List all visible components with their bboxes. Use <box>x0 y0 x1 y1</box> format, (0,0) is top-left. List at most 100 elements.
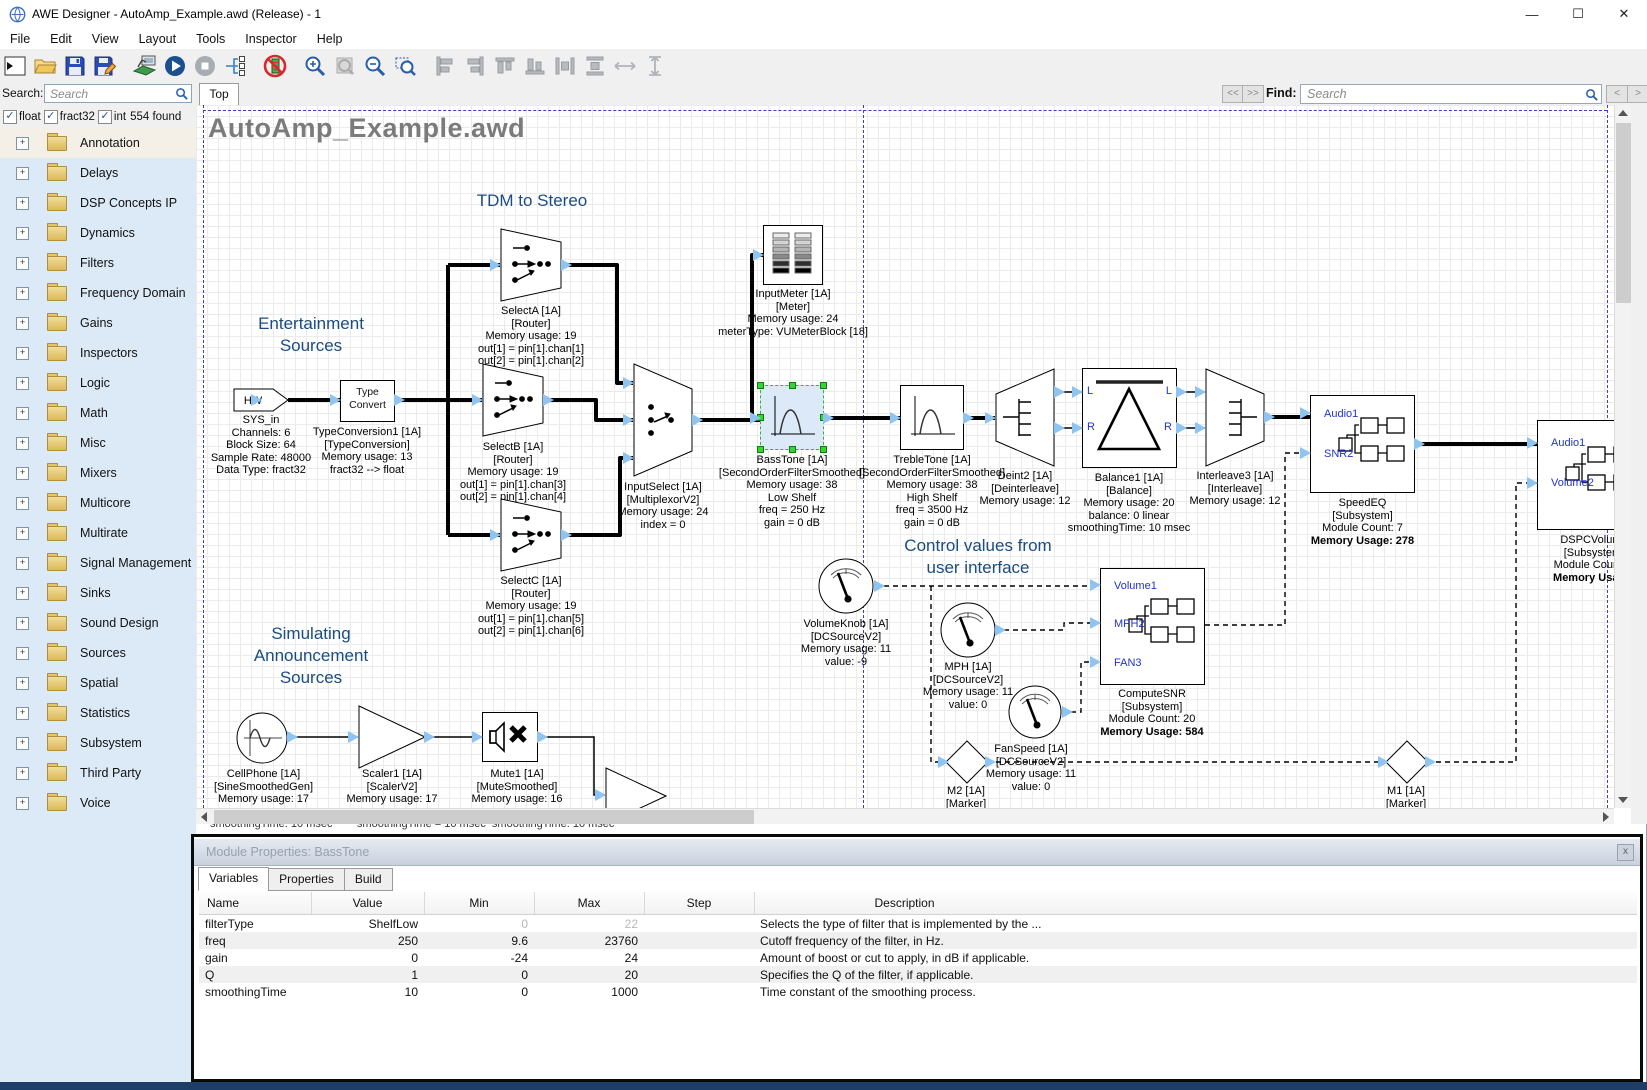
zoom-out-icon[interactable] <box>362 53 388 79</box>
block-deint2[interactable] <box>995 368 1055 467</box>
expand-icon[interactable]: + <box>16 767 29 780</box>
hscroll-thumb[interactable] <box>214 810 754 824</box>
maximize-button[interactable]: ☐ <box>1555 0 1601 28</box>
expand-icon[interactable]: + <box>16 467 29 480</box>
variable-row-freq[interactable]: freq2509.623760Cutoff frequency of the f… <box>199 932 1637 949</box>
expand-icon[interactable]: + <box>16 317 29 330</box>
pin-out[interactable] <box>424 731 435 743</box>
pin-out[interactable] <box>963 412 974 424</box>
sidebar-folder-filters[interactable]: +Filters <box>0 248 196 278</box>
tab-top[interactable]: Top <box>199 83 239 106</box>
pin-out[interactable] <box>995 624 1006 636</box>
col-value[interactable]: Value <box>311 892 424 915</box>
save-as-icon[interactable] <box>92 53 118 79</box>
tab-properties[interactable]: Properties <box>268 868 345 891</box>
variable-row-filterType[interactable]: filterTypeShelfLow022Selects the type of… <box>199 915 1637 933</box>
block-cell-phone[interactable] <box>236 712 289 765</box>
open-file-icon[interactable] <box>32 53 58 79</box>
pin-out[interactable] <box>1425 756 1436 768</box>
expand-icon[interactable]: + <box>16 557 29 570</box>
variable-row-Q[interactable]: Q1020Specifies the Q of the filter, if a… <box>199 966 1637 983</box>
connect-target-icon[interactable] <box>132 53 158 79</box>
sidebar-folder-multicore[interactable]: +Multicore <box>0 488 196 518</box>
expand-icon[interactable]: + <box>16 407 29 420</box>
int-checkbox[interactable]: ✓ <box>98 110 112 124</box>
pin-out[interactable] <box>692 414 703 426</box>
pin-out[interactable] <box>561 259 572 271</box>
pin-out[interactable] <box>1176 422 1187 434</box>
vscroll-thumb[interactable] <box>1616 123 1631 303</box>
sidebar-folder-delays[interactable]: +Delays <box>0 158 196 188</box>
scroll-right-arrow[interactable] <box>1598 809 1614 824</box>
pin-out[interactable] <box>1176 386 1187 398</box>
expand-icon[interactable]: + <box>16 257 29 270</box>
block-scaler1[interactable] <box>358 705 426 769</box>
expand-icon[interactable]: + <box>16 377 29 390</box>
pin-out[interactable] <box>1414 438 1425 450</box>
palette-search-input[interactable]: Search <box>44 84 192 103</box>
col-min[interactable]: Min <box>424 892 534 915</box>
align-right-icon[interactable] <box>462 53 488 79</box>
block-volume-knob[interactable] <box>818 558 875 615</box>
pin-out[interactable] <box>1054 422 1065 434</box>
stop-icon[interactable] <box>192 53 218 79</box>
expand-icon[interactable]: + <box>16 287 29 300</box>
block-partial-scaler[interactable] <box>605 767 667 808</box>
pin-out[interactable] <box>1054 386 1065 398</box>
sidebar-folder-subsystem[interactable]: +Subsystem <box>0 728 196 758</box>
minimize-button[interactable]: — <box>1509 0 1555 28</box>
find-next-button[interactable]: >> <box>1242 85 1264 103</box>
sidebar-folder-signal-management[interactable]: +Signal Management <box>0 548 196 578</box>
fract32-checkbox[interactable]: ✓ <box>44 110 58 124</box>
menu-edit[interactable]: Edit <box>40 32 82 46</box>
sidebar-folder-logic[interactable]: +Logic <box>0 368 196 398</box>
same-height-icon[interactable] <box>642 53 668 79</box>
zoom-in-icon[interactable] <box>302 53 328 79</box>
float-checkbox[interactable]: ✓ <box>3 110 17 124</box>
sidebar-folder-dsp-concepts-ip[interactable]: +DSP Concepts IP <box>0 188 196 218</box>
pin-out[interactable] <box>561 529 572 541</box>
menu-layout[interactable]: Layout <box>129 32 187 46</box>
block-mph[interactable] <box>940 602 996 658</box>
block-mute1[interactable] <box>482 712 538 762</box>
sidebar-folder-sound-design[interactable]: +Sound Design <box>0 608 196 638</box>
design-canvas[interactable]: AutoAmp_Example.awd TDM to Stereo Entert… <box>196 105 1614 808</box>
expand-icon[interactable]: + <box>16 647 29 660</box>
block-m1[interactable] <box>1385 740 1429 784</box>
scroll-left-arrow[interactable] <box>196 809 212 824</box>
expand-icon[interactable]: + <box>16 347 29 360</box>
align-bottom-icon[interactable] <box>522 53 548 79</box>
block-type-conversion[interactable]: TypeConvert <box>340 380 395 422</box>
pin-out[interactable] <box>823 412 834 424</box>
canvas-vscrollbar[interactable] <box>1614 105 1632 808</box>
menu-tools[interactable]: Tools <box>186 32 235 46</box>
expand-icon[interactable]: + <box>16 737 29 750</box>
expand-icon[interactable]: + <box>16 137 29 150</box>
col-max[interactable]: Max <box>534 892 644 915</box>
find-input[interactable]: Search <box>1300 84 1602 104</box>
pin-out[interactable] <box>537 731 548 743</box>
block-dspc-volume[interactable]: Audio1 Volume2 <box>1537 420 1614 530</box>
block-fan-speed[interactable] <box>1008 685 1063 740</box>
expand-icon[interactable]: + <box>16 197 29 210</box>
sidebar-folder-dynamics[interactable]: +Dynamics <box>0 218 196 248</box>
menu-help[interactable]: Help <box>307 32 353 46</box>
sidebar-folder-frequency-domain[interactable]: +Frequency Domain <box>0 278 196 308</box>
block-treble-tone[interactable] <box>900 385 964 450</box>
panel-close-icon[interactable]: x <box>1617 844 1634 861</box>
expand-icon[interactable]: + <box>16 707 29 720</box>
run-icon[interactable] <box>162 53 188 79</box>
menu-inspector[interactable]: Inspector <box>235 32 306 46</box>
sidebar-folder-mixers[interactable]: +Mixers <box>0 458 196 488</box>
space-across-icon[interactable] <box>552 53 578 79</box>
block-speed-eq[interactable]: Audio1 SNR2 <box>1310 395 1415 493</box>
panel-title-bar[interactable]: Module Properties: BassTone x <box>194 839 1640 866</box>
find-prev-button[interactable]: << <box>1222 85 1244 103</box>
expand-icon[interactable]: + <box>16 797 29 810</box>
halt-icon[interactable] <box>262 53 288 79</box>
block-compute-snr[interactable]: Volume1 MPH2 FAN3 <box>1100 568 1205 685</box>
same-width-icon[interactable] <box>612 53 638 79</box>
block-interleave3[interactable] <box>1205 368 1265 467</box>
sidebar-folder-third-party[interactable]: +Third Party <box>0 758 196 788</box>
expand-icon[interactable]: + <box>16 617 29 630</box>
